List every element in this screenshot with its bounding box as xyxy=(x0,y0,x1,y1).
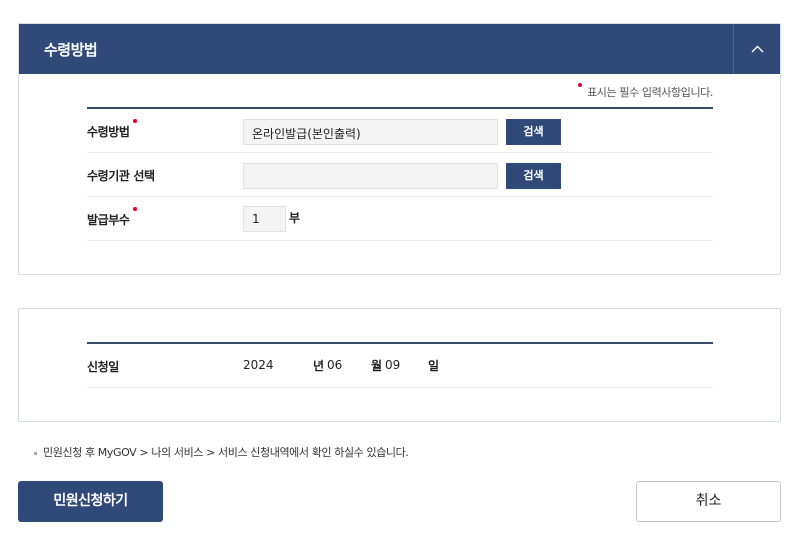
month-unit: 월 xyxy=(371,359,383,373)
service-notice: 민원신청 후 MyGOV > 나의 서비스 > 서비스 신청내역에서 확인 하실… xyxy=(34,444,409,460)
copies-label: 발급부수 xyxy=(87,207,137,228)
required-dot-icon xyxy=(132,119,137,123)
receiving-agency-search-button[interactable]: 검색 xyxy=(506,163,561,189)
receipt-method-row: 수령방법 온라인발급(본인출력) 검색 xyxy=(87,109,713,153)
receiving-agency-row: 수령기관 선택 검색 xyxy=(87,153,713,197)
year-unit: 년 xyxy=(313,359,325,373)
application-date-row: 신청일 2024 년 06 월 09 일 xyxy=(87,344,713,388)
receiving-agency-label: 수령기관 선택 xyxy=(87,169,155,183)
receipt-method-search-button[interactable]: 검색 xyxy=(506,119,561,145)
cancel-button[interactable]: 취소 xyxy=(636,481,781,522)
application-day: 09 xyxy=(385,358,401,372)
panel-title: 수령방법 xyxy=(44,41,98,59)
required-note: 표시는 필수 입력사항입니다. xyxy=(578,83,713,100)
receiving-agency-field[interactable] xyxy=(243,163,498,189)
bullet-icon xyxy=(34,451,37,455)
copies-unit: 부 xyxy=(289,211,301,225)
application-month: 06 xyxy=(327,358,343,372)
chevron-up-icon xyxy=(751,45,763,53)
day-unit: 일 xyxy=(428,359,440,373)
application-date-form: 신청일 2024 년 06 월 09 일 xyxy=(87,342,713,388)
receipt-method-field[interactable]: 온라인발급(본인출력) xyxy=(243,119,498,145)
submit-application-button[interactable]: 민원신청하기 xyxy=(18,481,163,522)
panel-header: 수령방법 xyxy=(19,24,780,74)
required-dot-icon xyxy=(132,207,137,211)
receipt-method-panel: 수령방법 표시는 필수 입력사항입니다. 수령방법 온라인발급(본인출력) 검색… xyxy=(18,23,781,275)
application-year: 2024 xyxy=(243,358,274,372)
copies-input[interactable]: 1 xyxy=(243,206,286,232)
application-date-panel: 신청일 2024 년 06 월 09 일 xyxy=(18,308,781,422)
required-dot-icon xyxy=(578,83,583,87)
copies-row: 발급부수 1 부 xyxy=(87,197,713,241)
receipt-form: 수령방법 온라인발급(본인출력) 검색 수령기관 선택 검색 발급부수 1 부 xyxy=(87,107,713,241)
collapse-button[interactable] xyxy=(733,24,780,74)
receipt-method-label: 수령방법 xyxy=(87,119,137,140)
application-date-label: 신청일 xyxy=(87,360,119,374)
